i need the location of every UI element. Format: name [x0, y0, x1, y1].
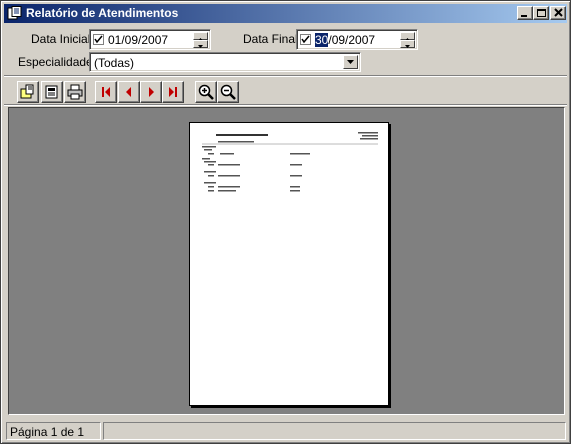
end-date-picker[interactable]: 30/09/2007	[296, 29, 418, 50]
report-window: Relatório de Atendimentos Data Inicial: …	[0, 0, 571, 444]
end-date-label: Data Final:	[243, 32, 302, 46]
check-icon	[301, 35, 310, 44]
start-date-checkbox[interactable]	[93, 34, 104, 45]
end-date-spinner[interactable]	[400, 32, 415, 48]
close-button[interactable]	[550, 6, 566, 20]
next-page-icon	[149, 87, 154, 97]
end-date-day-selected[interactable]: 30	[315, 33, 329, 47]
minimize-button[interactable]	[517, 6, 533, 20]
minimize-icon	[521, 15, 527, 17]
first-page-icon	[102, 87, 110, 97]
status-bar-filler	[103, 422, 566, 440]
chevron-down-icon	[347, 60, 354, 64]
title-bar[interactable]: Relatório de Atendimentos	[4, 4, 567, 23]
window-title: Relatório de Atendimentos	[26, 6, 179, 20]
save-report-button[interactable]	[41, 81, 63, 103]
print-button[interactable]	[64, 81, 86, 103]
specialty-dropdown-button[interactable]	[343, 55, 358, 69]
last-page-button[interactable]	[162, 81, 184, 103]
first-page-button[interactable]	[95, 81, 117, 103]
zoom-in-button[interactable]	[195, 81, 217, 103]
previous-page-icon	[126, 87, 131, 97]
close-icon	[554, 8, 563, 17]
start-date-value[interactable]: 01/09/2007	[108, 33, 168, 47]
toolbar-separator	[4, 75, 567, 77]
zoom-out-button[interactable]	[217, 81, 239, 103]
spin-down-button[interactable]	[400, 40, 415, 48]
start-date-label: Data Inicial:	[31, 32, 94, 46]
report-app-icon	[7, 6, 22, 20]
maximize-button[interactable]	[533, 6, 549, 20]
spin-up-button[interactable]	[193, 32, 208, 41]
preview-separator	[4, 104, 567, 106]
end-date-checkbox[interactable]	[300, 34, 311, 45]
spin-up-button[interactable]	[400, 32, 415, 41]
chevron-down-icon	[198, 45, 203, 48]
last-page-icon	[169, 87, 177, 97]
open-report-icon	[20, 84, 34, 99]
open-report-button[interactable]	[17, 81, 39, 103]
specialty-select[interactable]: (Todas)	[89, 52, 361, 72]
end-date-month-year: /09/2007	[328, 33, 376, 47]
report-page-content	[202, 132, 378, 192]
previous-page-button[interactable]	[118, 81, 140, 103]
status-bar-page: Página 1 de 1	[6, 422, 101, 440]
zoom-in-icon	[198, 84, 214, 100]
start-date-spinner[interactable]	[193, 32, 208, 48]
print-icon	[67, 84, 83, 100]
save-report-icon	[45, 85, 58, 99]
maximize-icon	[537, 9, 546, 17]
specialty-label: Especialidade:	[18, 55, 97, 69]
spin-down-button[interactable]	[193, 40, 208, 48]
page-info-text: Página 1 de 1	[10, 425, 85, 439]
specialty-value: (Todas)	[94, 56, 135, 70]
report-page-thumbnail[interactable]	[189, 122, 389, 406]
next-page-button[interactable]	[140, 81, 162, 103]
report-preview-area[interactable]	[8, 107, 565, 415]
check-icon	[94, 35, 103, 44]
end-date-value[interactable]: 30/09/2007	[315, 33, 375, 47]
chevron-down-icon	[405, 45, 410, 48]
zoom-out-icon	[220, 84, 236, 100]
start-date-picker[interactable]: 01/09/2007	[89, 29, 211, 50]
